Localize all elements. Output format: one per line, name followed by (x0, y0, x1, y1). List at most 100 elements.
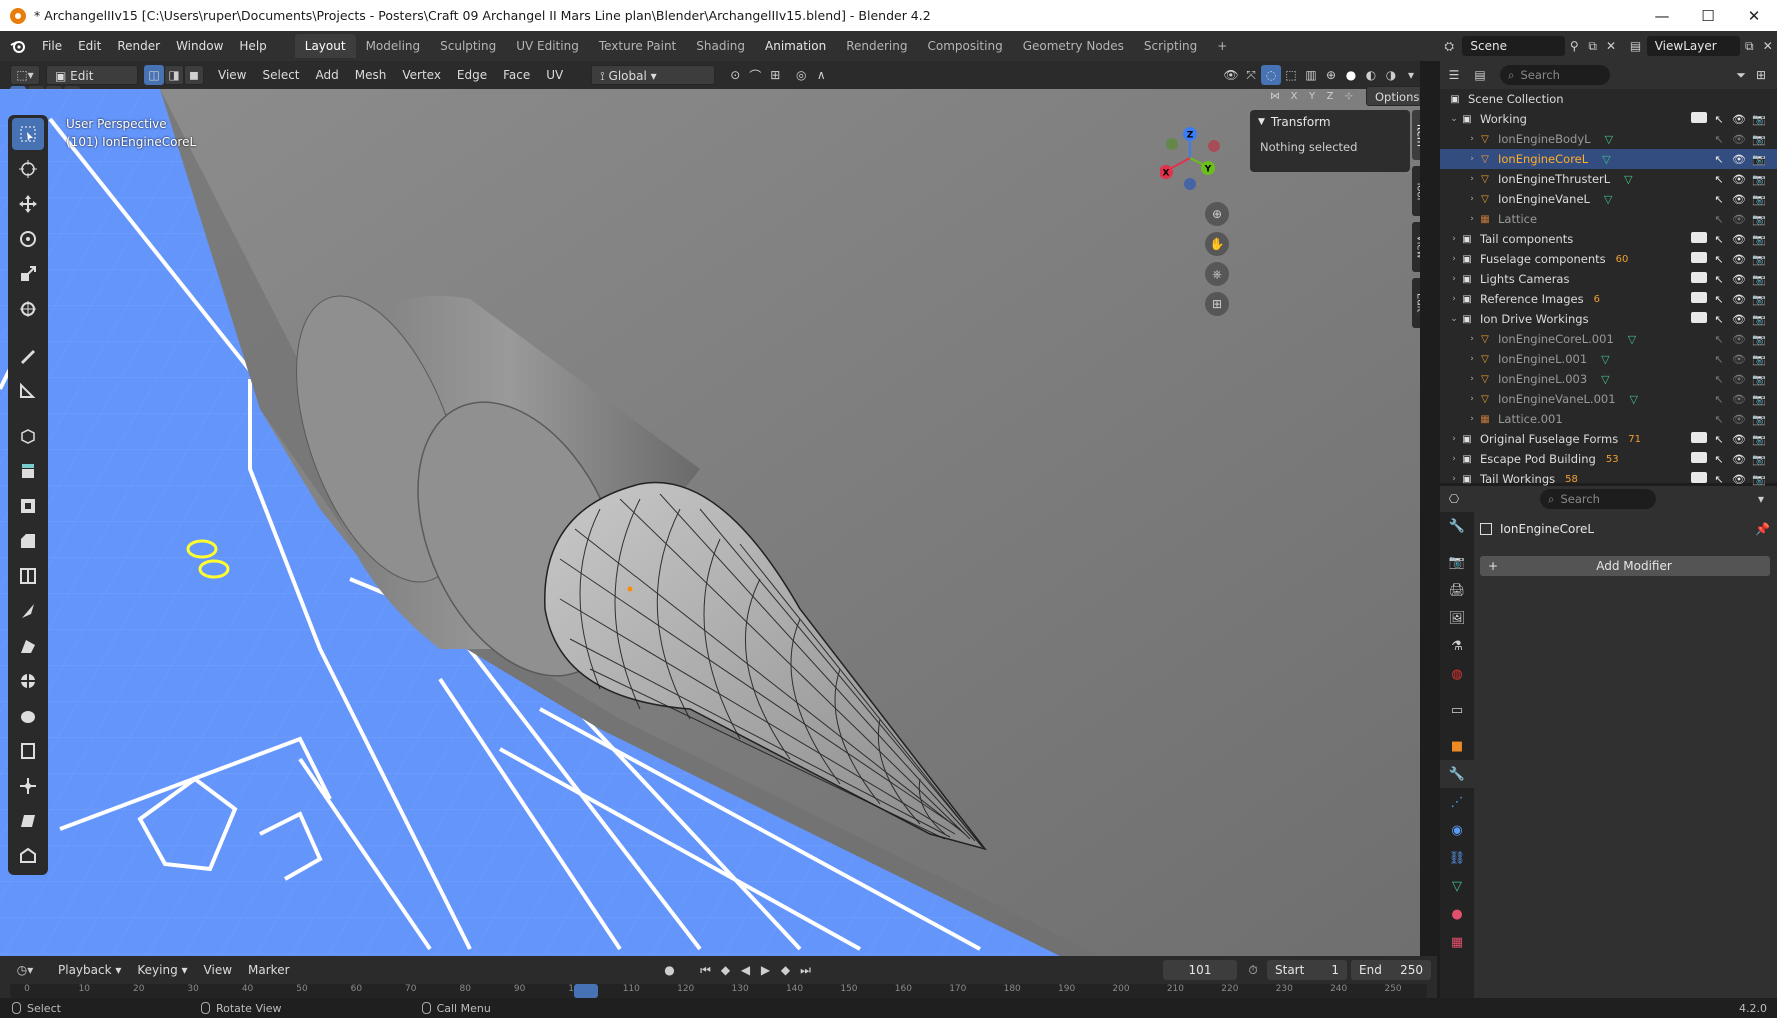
cursor-tool[interactable] (12, 153, 44, 185)
axis-z-toggle[interactable]: Z (1322, 87, 1338, 105)
outliner-row[interactable]: › ▣ Lights Cameras ↖ 👁 📷 (1440, 269, 1777, 289)
delete-scene-icon[interactable]: ✕ (1602, 36, 1620, 56)
render-camera-icon[interactable]: 📷 (1751, 113, 1767, 126)
visibility-eye-icon[interactable]: 👁 (1731, 213, 1747, 226)
selectable-toggle-icon[interactable]: ↖ (1711, 373, 1727, 386)
visibility-eye-icon[interactable]: 👁 (1731, 173, 1747, 186)
menu-help[interactable]: Help (231, 35, 274, 57)
new-viewlayer-icon[interactable]: ⧉ (1740, 36, 1758, 56)
visibility-eye-icon[interactable]: 👁 (1731, 253, 1747, 266)
axis-y-toggle[interactable]: Y (1304, 87, 1320, 105)
selectable-toggle-icon[interactable]: ↖ (1711, 393, 1727, 406)
next-keyframe-icon[interactable]: ◆ (776, 960, 796, 980)
render-camera-icon[interactable]: 📷 (1751, 153, 1767, 166)
snap-target-icon[interactable]: ⊞ (765, 65, 785, 85)
face-select-icon[interactable]: ◼ (184, 65, 204, 85)
transform-tool[interactable] (12, 293, 44, 325)
render-camera-icon[interactable]: 📷 (1751, 193, 1767, 206)
selectable-toggle-icon[interactable]: ↖ (1711, 173, 1727, 186)
outliner-row[interactable]: › ▦ Lattice.001 ↖ 👁 📷 (1440, 409, 1777, 429)
playhead-indicator[interactable] (573, 984, 598, 998)
delete-viewlayer-icon[interactable]: ✕ (1759, 36, 1777, 56)
visibility-eye-icon[interactable]: 👁 (1731, 473, 1747, 486)
selectable-toggle-icon[interactable]: ↖ (1711, 473, 1727, 486)
mesh-data-icon[interactable]: ▽ (1630, 393, 1638, 406)
zoom-icon[interactable]: ⊕ (1205, 202, 1229, 226)
blender-menu-icon[interactable] (8, 36, 28, 56)
tab-compositing[interactable]: Compositing (917, 34, 1012, 58)
tab-geometry-nodes[interactable]: Geometry Nodes (1013, 34, 1134, 58)
area-divider[interactable] (1420, 61, 1440, 998)
viewlayer-selector[interactable]: ViewLayer (1646, 36, 1741, 56)
chevron-right-icon[interactable]: › (1466, 194, 1478, 204)
collection-properties-icon[interactable]: ▭ (1440, 696, 1474, 724)
extrude-tool[interactable] (12, 455, 44, 487)
exclude-checkbox[interactable] (1691, 272, 1707, 286)
add-cube-tool[interactable] (12, 420, 44, 452)
play-reverse-icon[interactable]: ◀ (736, 960, 756, 980)
annotate-tool[interactable] (12, 339, 44, 371)
tab-modeling[interactable]: Modeling (356, 34, 431, 58)
child-count-badge[interactable]: 53 (1606, 454, 1619, 465)
edge-select-icon[interactable]: ◨ (164, 65, 184, 85)
object-properties-icon[interactable]: ■ (1440, 732, 1474, 760)
constraints-properties-icon[interactable]: ⛓ (1440, 844, 1474, 872)
data-properties-icon[interactable]: ▽ (1440, 872, 1474, 900)
chevron-right-icon[interactable]: › (1448, 434, 1460, 444)
outliner-row[interactable]: › ▽ IonEngineVaneL ▽ ↖ 👁 📷 (1440, 189, 1777, 209)
pivot-point-icon[interactable]: ⊙ (725, 65, 745, 85)
selectable-toggle-icon[interactable]: ↖ (1711, 253, 1727, 266)
visibility-eye-icon[interactable]: 👁 (1731, 333, 1747, 346)
menu-view[interactable]: View (210, 65, 254, 85)
render-camera-icon[interactable]: 📷 (1751, 273, 1767, 286)
exclude-checkbox[interactable] (1691, 472, 1707, 486)
chevron-right-icon[interactable]: › (1448, 474, 1460, 484)
exclude-checkbox[interactable] (1691, 312, 1707, 326)
visibility-eye-icon[interactable]: 👁 (1731, 453, 1747, 466)
selectable-toggle-icon[interactable]: ↖ (1711, 313, 1727, 326)
auto-merge-icon[interactable]: ⊹ (1340, 87, 1358, 105)
chevron-right-icon[interactable]: › (1466, 334, 1478, 344)
loop-cut-tool[interactable] (12, 560, 44, 592)
new-collection-icon[interactable]: ⊞ (1751, 65, 1771, 85)
visibility-eye-icon[interactable]: 👁 (1731, 193, 1747, 206)
outliner-row[interactable]: › ▣ Fuselage components 60 ↖ 👁 📷 (1440, 249, 1777, 269)
render-camera-icon[interactable]: 📷 (1751, 393, 1767, 406)
outliner-row[interactable]: › ▽ IonEngineL.001 ▽ ↖ 👁 📷 (1440, 349, 1777, 369)
exclude-checkbox[interactable] (1691, 252, 1707, 266)
shrink-fatten-tool[interactable] (12, 770, 44, 802)
chevron-right-icon[interactable]: › (1466, 354, 1478, 364)
spin-tool[interactable] (12, 665, 44, 697)
proportional-edit-icon[interactable]: ◎ (791, 65, 811, 85)
visibility-eye-icon[interactable]: 👁 (1731, 353, 1747, 366)
chevron-right-icon[interactable]: › (1448, 274, 1460, 284)
vertex-select-icon[interactable]: ◫ (144, 65, 164, 85)
render-camera-icon[interactable]: 📷 (1751, 453, 1767, 466)
mesh-data-icon[interactable]: ▽ (1601, 353, 1609, 366)
rendered-shading-icon[interactable]: ◑ (1381, 65, 1401, 85)
render-camera-icon[interactable]: 📷 (1751, 333, 1767, 346)
menu-keying[interactable]: Keying ▾ (129, 960, 195, 980)
timeline-ruler[interactable]: 0102030405060708090100110120130140150160… (10, 984, 1427, 998)
child-count-badge[interactable]: 58 (1565, 474, 1578, 485)
tab-texture-paint[interactable]: Texture Paint (589, 34, 686, 58)
mesh-data-icon[interactable]: ▽ (1628, 333, 1636, 346)
edge-slide-tool[interactable] (12, 735, 44, 767)
physics-properties-icon[interactable]: ◉ (1440, 816, 1474, 844)
render-camera-icon[interactable]: 📷 (1751, 353, 1767, 366)
pan-hand-icon[interactable]: ✋ (1205, 232, 1229, 256)
camera-view-icon[interactable]: ⎈ (1205, 262, 1229, 286)
menu-render[interactable]: Render (109, 35, 168, 57)
exclude-checkbox[interactable] (1691, 112, 1707, 126)
chevron-right-icon[interactable]: › (1466, 214, 1478, 224)
visibility-eye-icon[interactable]: 👁 (1731, 233, 1747, 246)
menu-playback[interactable]: Playback ▾ (50, 960, 129, 980)
render-camera-icon[interactable]: 📷 (1751, 473, 1767, 486)
exclude-checkbox[interactable] (1691, 452, 1707, 466)
render-properties-icon[interactable]: 📷 (1440, 548, 1474, 576)
outliner-row[interactable]: › ▣ Original Fuselage Forms 71 ↖ 👁 📷 (1440, 429, 1777, 449)
pin-scene-icon[interactable]: ⚲ (1565, 36, 1583, 56)
filter-icon[interactable]: ⏷ (1731, 65, 1751, 85)
jump-end-icon[interactable]: ⏭ (796, 960, 816, 980)
render-camera-icon[interactable]: 📷 (1751, 313, 1767, 326)
